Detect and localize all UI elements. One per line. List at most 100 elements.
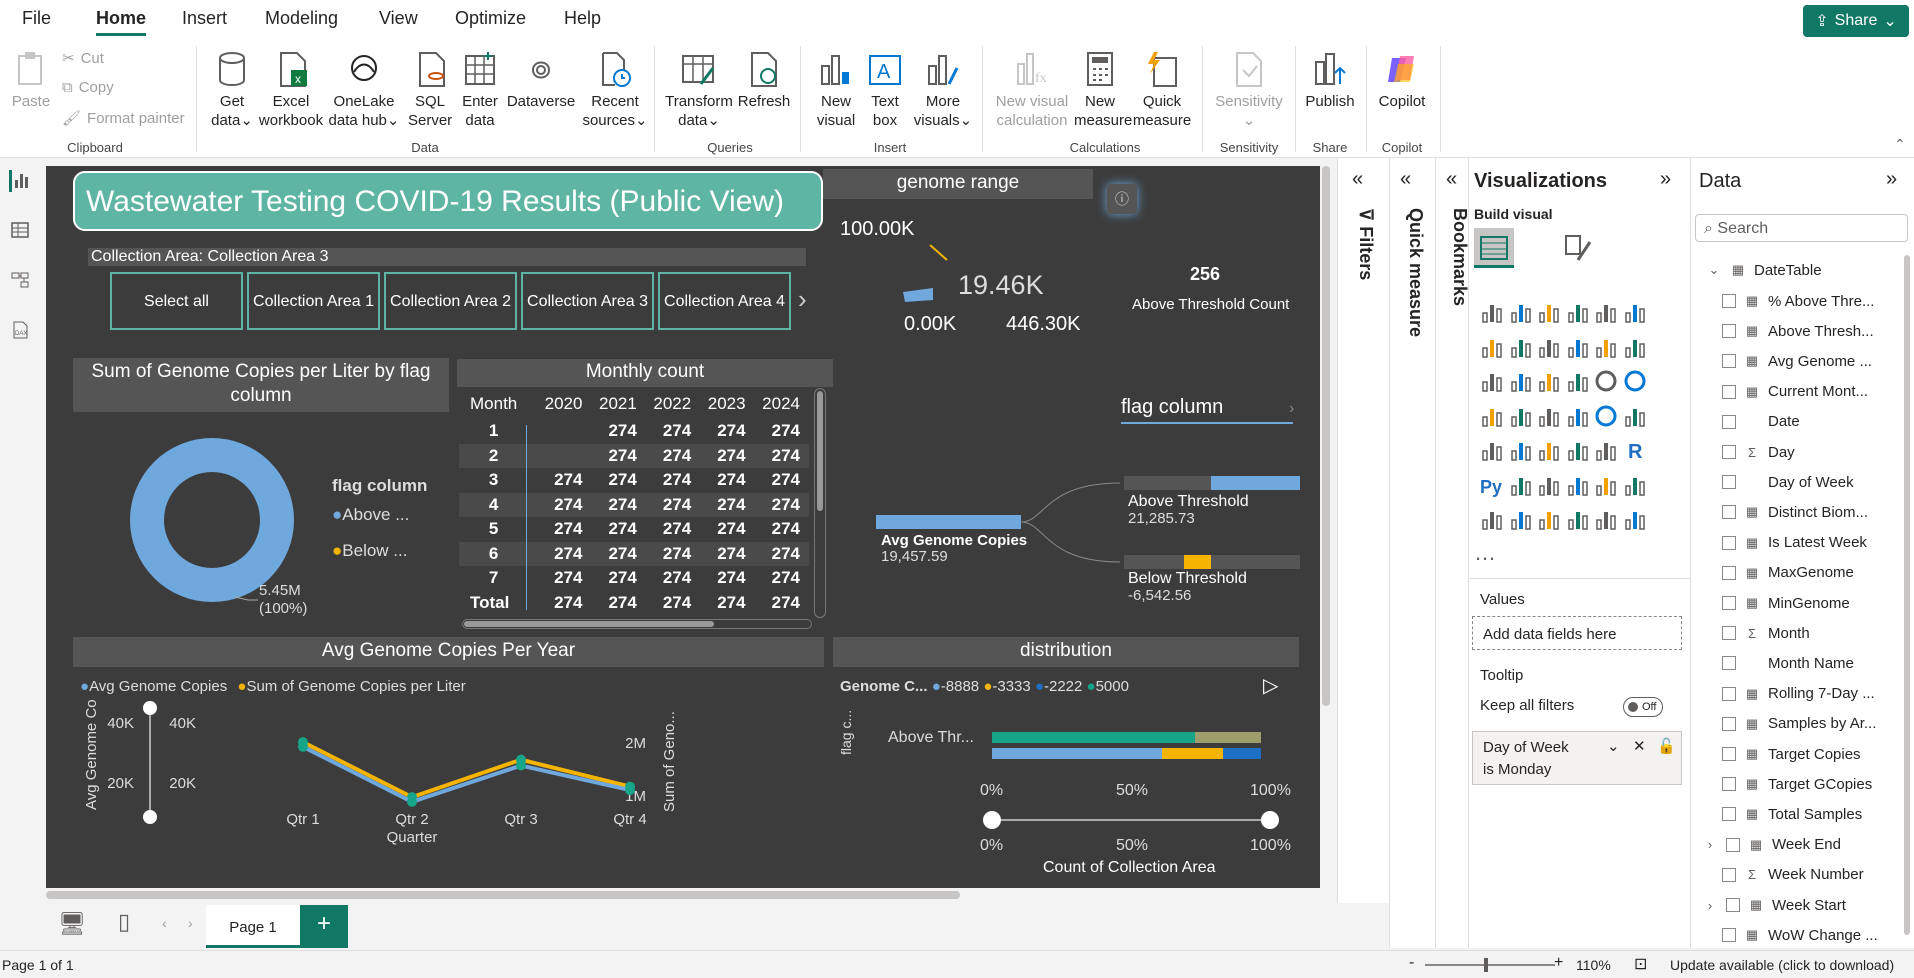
update-available-link[interactable]: Update available (click to download) [1670,957,1894,973]
expand-quick-measure-icon[interactable]: « [1400,168,1411,191]
data-search-input[interactable]: ⌕ Search [1695,214,1908,242]
100-column-visual-icon[interactable] [1622,299,1648,325]
info-icon[interactable]: ⓘ [1107,184,1137,214]
dataverse-button[interactable]: Dataverse [505,50,577,111]
table-view-icon[interactable] [9,220,31,242]
dist-seg-minus2222[interactable] [1223,748,1261,759]
zoom-out-button[interactable]: - [1409,954,1414,972]
field-checkbox[interactable] [1726,837,1740,852]
field-checkbox[interactable] [1726,898,1740,912]
field-item[interactable]: Month Name [1722,652,1854,674]
line-column-visual-icon[interactable] [1593,334,1619,360]
dax-query-view-icon[interactable]: DAX [9,320,31,342]
get-data-button[interactable]: Get data⌄ [208,50,256,130]
canvas-horizontal-scrollbar[interactable] [46,891,960,899]
table-horizontal-scrollbar[interactable] [462,619,812,629]
power-automate-visual-icon[interactable] [1565,506,1591,532]
field-checkbox[interactable] [1722,324,1736,339]
enter-data-button[interactable]: Enter data [458,50,502,130]
copy-button[interactable]: ⧉ Copy [62,79,114,96]
expand-filters-icon[interactable]: « [1352,168,1363,191]
fit-to-page-icon[interactable]: ⊡ [1634,954,1647,974]
decomp-root-bar[interactable] [876,515,1021,529]
funnel-visual-icon[interactable] [1536,368,1562,394]
dist-range-slider-min[interactable] [983,811,1001,829]
field-item[interactable]: ▦ Rolling 7-Day ... [1722,683,1875,705]
chevron-down-icon[interactable]: ⌄ [1607,736,1620,758]
clear-filter-icon[interactable]: ✕ [1633,736,1646,758]
collapse-visualizations-icon[interactable]: » [1660,168,1671,191]
field-checkbox[interactable] [1722,777,1736,792]
r-visual-visual-icon[interactable]: R [1622,437,1648,463]
field-item[interactable]: Σ Month [1722,622,1810,644]
desktop-layout-icon[interactable]: 🖥 [58,911,86,937]
table-datetable[interactable]: ⌄ ▦ DateTable [1706,259,1822,281]
menu-file[interactable]: File [22,8,51,29]
play-icon[interactable]: ▷ [1263,673,1278,698]
clustered-bar-visual-icon[interactable] [1536,299,1562,325]
add-page-button[interactable]: + [300,905,348,948]
values-drop-zone[interactable]: Add data fields here [1472,616,1682,650]
zoom-slider[interactable] [1425,958,1555,972]
dist-seg-mixed[interactable] [1195,732,1261,743]
field-item[interactable]: ▦ Target GCopies [1722,773,1872,795]
stacked-column-visual-icon[interactable] [1508,299,1534,325]
stacked-bar-visual-icon[interactable] [1479,299,1505,325]
chevron-right-icon[interactable]: › [1702,898,1718,913]
canvas-vertical-scrollbar[interactable] [1322,166,1330,706]
slicer-select-all[interactable]: Select all [110,272,243,330]
copilot-button[interactable]: Copilot [1374,50,1430,111]
treemap-visual-icon[interactable] [1479,403,1505,429]
field-item[interactable]: › ▦ Week End [1708,834,1841,856]
donut-legend-above[interactable]: ●Above ... [332,505,409,525]
collapse-ribbon-icon[interactable]: ⌃ [1894,136,1906,153]
field-item[interactable]: ▦ Is Latest Week [1722,532,1867,554]
slicer-collection-area-2[interactable]: Collection Area 2 [384,272,517,330]
field-checkbox[interactable] [1722,294,1736,308]
cut-button[interactable]: ✂ Cut [62,49,104,68]
field-item[interactable]: ▦ Samples by Ar... [1722,713,1876,735]
menu-home[interactable]: Home [96,8,147,36]
table-vertical-scrollbar[interactable] [814,388,826,618]
menu-optimize[interactable]: Optimize [455,8,526,29]
filter-card-day-of-week[interactable]: Day of Week is Monday ⌄ ✕ 🔓 [1472,731,1682,785]
menu-insert[interactable]: Insert [182,8,227,29]
python-visual-visual-icon[interactable]: Py [1479,472,1505,498]
slicer-next-arrow-icon[interactable]: › [798,284,807,315]
menu-modeling[interactable]: Modeling [265,8,338,29]
filled-map-visual-icon[interactable] [1536,403,1562,429]
waterfall-visual-icon[interactable] [1508,368,1534,394]
recent-sources-button[interactable]: Recent sources⌄ [582,50,648,130]
field-checkbox[interactable] [1722,505,1736,520]
build-visual-tab[interactable] [1474,228,1514,268]
publish-button[interactable]: Publish [1302,50,1358,111]
slicer-collection-area-1[interactable]: Collection Area 1 [247,272,380,330]
text-box-button[interactable]: A Text box [862,50,908,130]
clustered-column-visual-icon[interactable] [1565,299,1591,325]
field-item[interactable]: › ▦ Week Start [1708,894,1846,916]
new-measure-button[interactable]: New measure [1074,50,1132,130]
sql-server-button[interactable]: SQL Server [408,50,452,130]
multi-row-card-visual-icon[interactable] [1479,437,1505,463]
field-checkbox[interactable] [1722,565,1736,580]
format-painter-button[interactable]: 🖌 Format painter [62,109,185,128]
chevron-right-icon[interactable]: › [1289,400,1294,418]
zoom-in-button[interactable]: + [1554,954,1563,972]
trophy-visual-icon[interactable] [1622,472,1648,498]
dist-range-slider-max[interactable] [1261,811,1279,829]
field-checkbox[interactable] [1722,928,1736,943]
field-item[interactable]: ▦ Distinct Biom... [1722,501,1868,523]
decomposition-tree-visual-icon[interactable] [1536,472,1562,498]
field-checkbox[interactable] [1722,807,1736,822]
field-checkbox[interactable] [1722,354,1736,369]
more-visuals-ellipsis[interactable]: … [1474,540,1496,566]
field-item[interactable]: ▦ % Above Thre... [1722,290,1874,312]
next-page-icon[interactable]: › [188,915,193,931]
new-visual-button[interactable]: New visual [812,50,860,130]
field-item[interactable]: ▦ Total Samples [1722,803,1862,825]
power-apps-visual-icon[interactable] [1536,506,1562,532]
line-visual-icon[interactable] [1479,334,1505,360]
expand-bookmarks-icon[interactable]: « [1446,168,1457,191]
onelake-button[interactable]: OneLake data hub⌄ [328,50,400,130]
filters-pane-collapsed[interactable]: « ⊽ Filters [1337,158,1389,903]
